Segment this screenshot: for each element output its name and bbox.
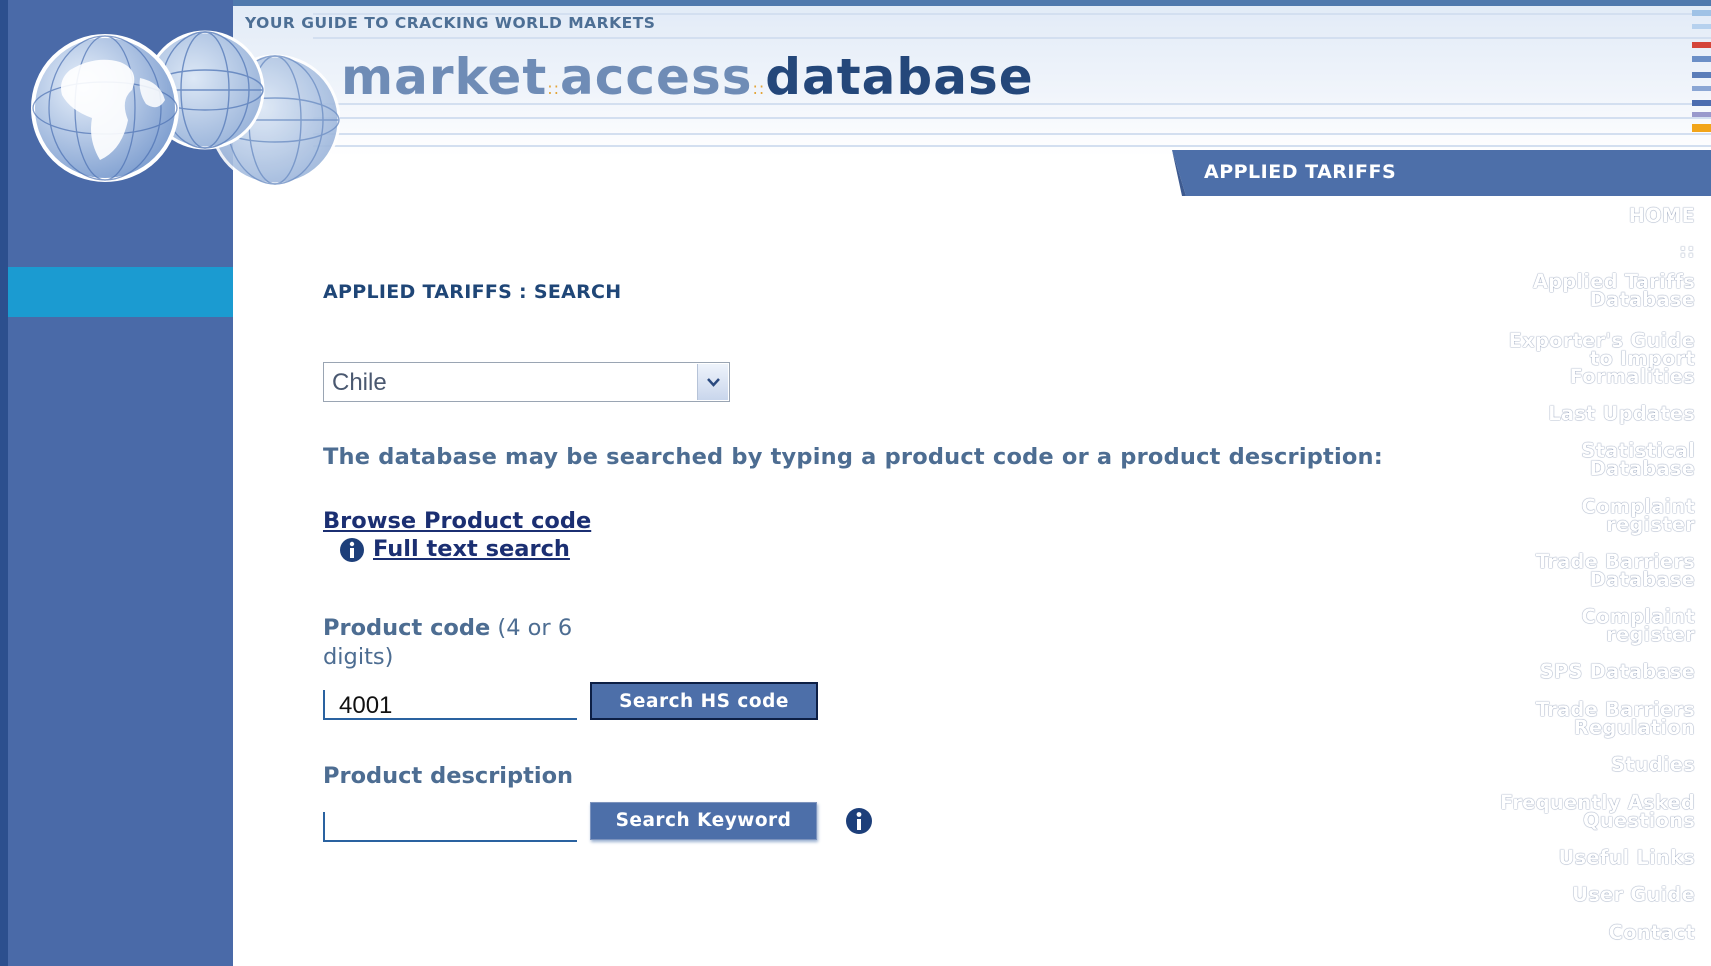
chevron-down-icon (707, 378, 720, 387)
logo-word-access: access (560, 48, 753, 106)
logo-word-database: database (765, 48, 1034, 106)
logo-word-market: market (341, 48, 548, 106)
logo-dot: :: (752, 79, 766, 98)
search-hs-code-button[interactable]: Search HS code (590, 682, 818, 720)
sidebar-item-statistical-database[interactable]: Statistical Database (1475, 441, 1695, 479)
product-description-input[interactable] (323, 812, 577, 842)
sidebar-item-home[interactable]: HOME (1475, 206, 1695, 226)
page-title: APPLIED TARIFFS : SEARCH (323, 281, 622, 303)
sidebar-active-highlight (8, 267, 233, 317)
dropdown-button[interactable] (697, 364, 728, 400)
sidebar-item-useful-links[interactable]: Useful Links (1475, 848, 1695, 868)
header-top-line (233, 0, 1711, 6)
sidebar-item-complaint-register-2[interactable]: Complaint register (1475, 607, 1695, 645)
globe-logo-icon (31, 30, 340, 186)
sidebar-item-last-updates[interactable]: Last Updates (1475, 404, 1695, 424)
sidebar-item-exporters-guide[interactable]: Exporter's Guide to Import Formalities (1475, 331, 1695, 387)
sidebar-item-contact[interactable]: Contact (1475, 923, 1695, 943)
full-text-search-link[interactable]: Full text search (373, 536, 570, 562)
sidebar-item-applied-tariffs[interactable]: Applied Tariffs Database (1475, 272, 1695, 310)
sidebar-item-sps-database[interactable]: SPS Database (1475, 662, 1695, 682)
sidebar-item-faq[interactable]: Frequently Asked Questions (1475, 793, 1695, 831)
product-code-input[interactable] (323, 690, 577, 720)
section-tab-label: APPLIED TARIFFS (1204, 161, 1397, 183)
product-description-label: Product description (323, 763, 574, 789)
sidebar-item-trade-barriers-database[interactable]: Trade Barriers Database (1475, 552, 1695, 590)
sidebar-item-user-guide[interactable]: User Guide (1475, 885, 1695, 905)
search-instructions: The database may be searched by typing a… (323, 444, 1383, 470)
search-keyword-button[interactable]: Search Keyword (590, 802, 817, 840)
product-code-label-text: Product code (323, 615, 491, 641)
info-icon[interactable] (339, 537, 365, 563)
sidebar-separator: :: (1679, 239, 1695, 262)
site-logo[interactable]: market::access::database (341, 48, 1034, 106)
sidebar-item-complaint-register[interactable]: Complaint register (1475, 497, 1695, 535)
product-code-label: Product code (4 or 6 digits) (323, 614, 593, 672)
logo-dot: :: (547, 79, 561, 98)
sidebar-item-studies[interactable]: Studies (1475, 755, 1695, 775)
country-select-value: Chile (332, 369, 387, 396)
browse-product-code-link[interactable]: Browse Product code (323, 508, 591, 534)
sidebar-item-trade-barriers-regulation[interactable]: Trade Barriers Regulation (1475, 700, 1695, 738)
country-select[interactable]: Chile (323, 362, 730, 402)
info-icon[interactable] (845, 807, 873, 835)
